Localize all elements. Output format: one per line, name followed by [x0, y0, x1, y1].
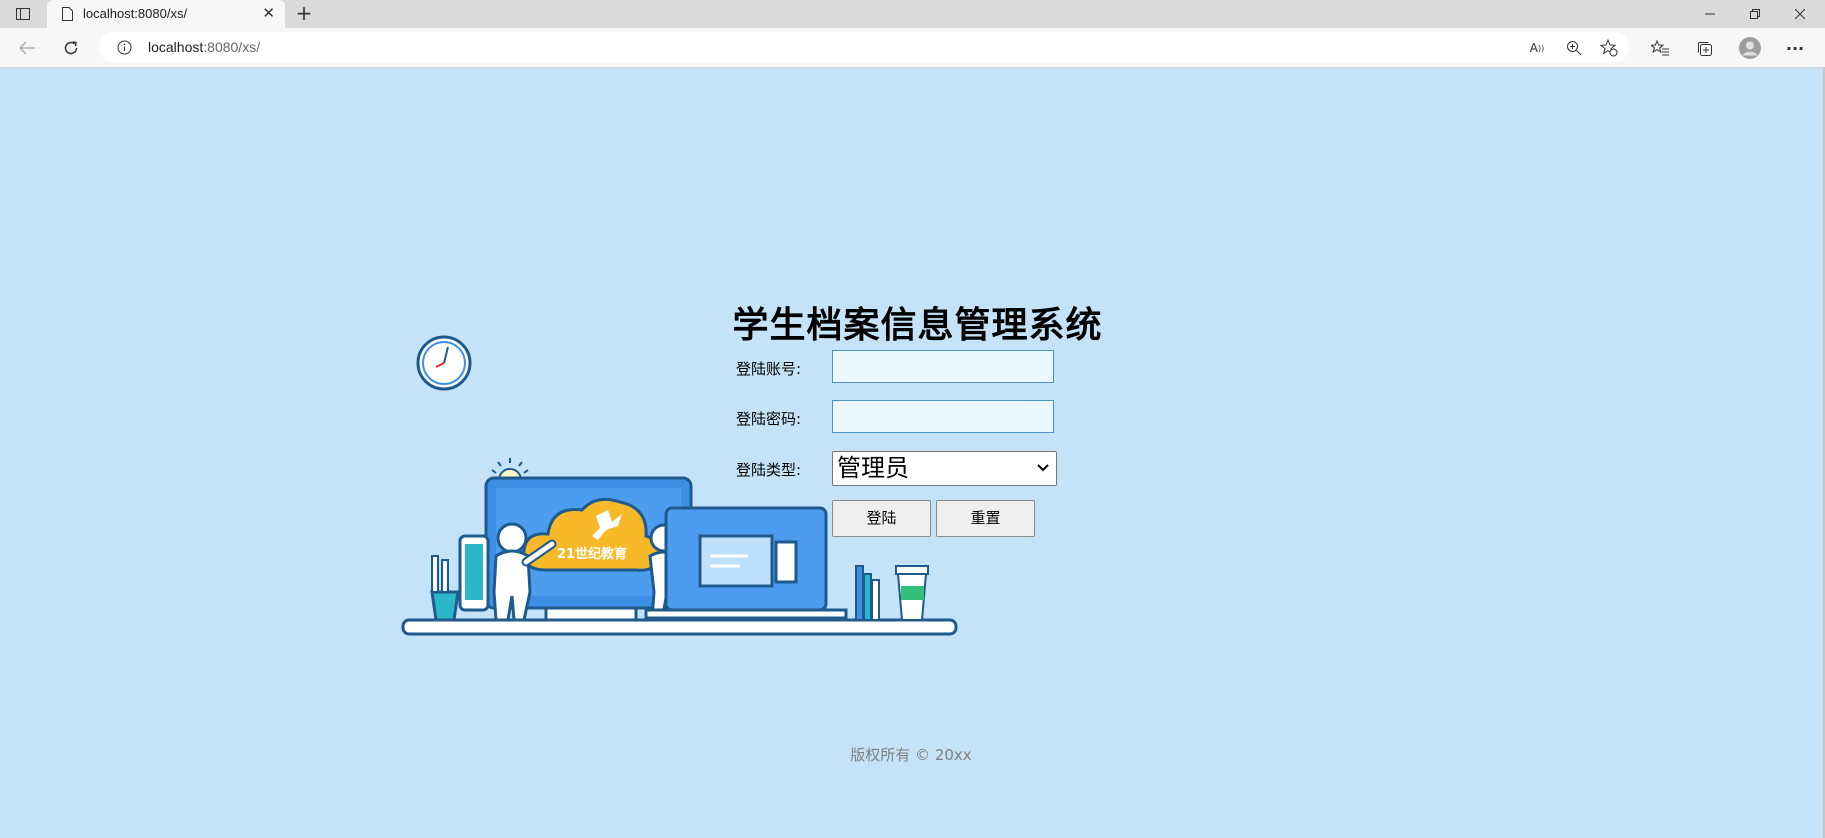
password-input[interactable] — [832, 400, 1054, 433]
browser-tab-strip: localhost:8080/xs/ ✕ + — [0, 0, 1825, 28]
login-type-label: 登陆类型: — [736, 461, 802, 479]
login-type-selected: 管理员 — [837, 454, 909, 482]
account-label: 登陆账号: — [736, 360, 802, 378]
close-tab-icon[interactable]: ✕ — [262, 4, 275, 22]
page-title: 学生档案信息管理系统 — [732, 305, 1103, 346]
collections-icon[interactable] — [1694, 38, 1714, 58]
page-icon — [60, 6, 74, 22]
new-tab-icon[interactable]: + — [294, 1, 314, 25]
address-url: localhost:8080/xs/ — [148, 39, 260, 55]
pencil-cup-icon — [430, 555, 460, 622]
site-info-icon[interactable] — [116, 39, 133, 56]
login-button[interactable]: 登陆 — [832, 500, 931, 537]
close-window-icon[interactable] — [1790, 4, 1810, 24]
back-icon[interactable] — [16, 37, 38, 59]
reset-button[interactable]: 重置 — [936, 500, 1035, 537]
profile-avatar-icon[interactable] — [1737, 35, 1763, 61]
account-input[interactable] — [832, 350, 1054, 383]
favorites-icon[interactable] — [1650, 38, 1670, 58]
cloud-brand-text: 21世纪教育 — [557, 546, 627, 562]
zoom-icon[interactable] — [1564, 38, 1584, 58]
url-path: :8080/xs/ — [203, 39, 261, 55]
refresh-icon[interactable] — [60, 37, 82, 59]
browser-toolbar: localhost:8080/xs/ A)) ··· — [0, 28, 1825, 68]
coffee-cup-icon — [895, 565, 929, 621]
tab-title: localhost:8080/xs/ — [83, 6, 188, 21]
login-type-select[interactable]: 管理员 — [832, 451, 1057, 486]
chevron-down-icon — [1036, 452, 1050, 496]
url-host: localhost — [148, 39, 204, 55]
password-label: 登陆密码: — [736, 410, 802, 428]
read-aloud-icon[interactable]: A)) — [1527, 38, 1547, 58]
books-icon — [855, 565, 880, 621]
more-menu-icon[interactable]: ··· — [1785, 38, 1805, 58]
minimize-icon[interactable] — [1700, 4, 1720, 24]
desk — [401, 618, 958, 636]
browser-tab[interactable]: localhost:8080/xs/ ✕ — [47, 0, 285, 28]
sidebar-toggle-icon[interactable] — [14, 5, 32, 23]
clock-icon — [416, 335, 472, 391]
laptop-icon — [644, 506, 848, 620]
add-favorite-icon[interactable] — [1599, 38, 1619, 58]
address-bar[interactable]: localhost:8080/xs/ A)) — [99, 32, 1629, 63]
phone-icon — [458, 534, 490, 612]
restore-icon[interactable] — [1745, 4, 1765, 24]
copyright-footer: 版权所有 © 20xx — [850, 746, 972, 764]
